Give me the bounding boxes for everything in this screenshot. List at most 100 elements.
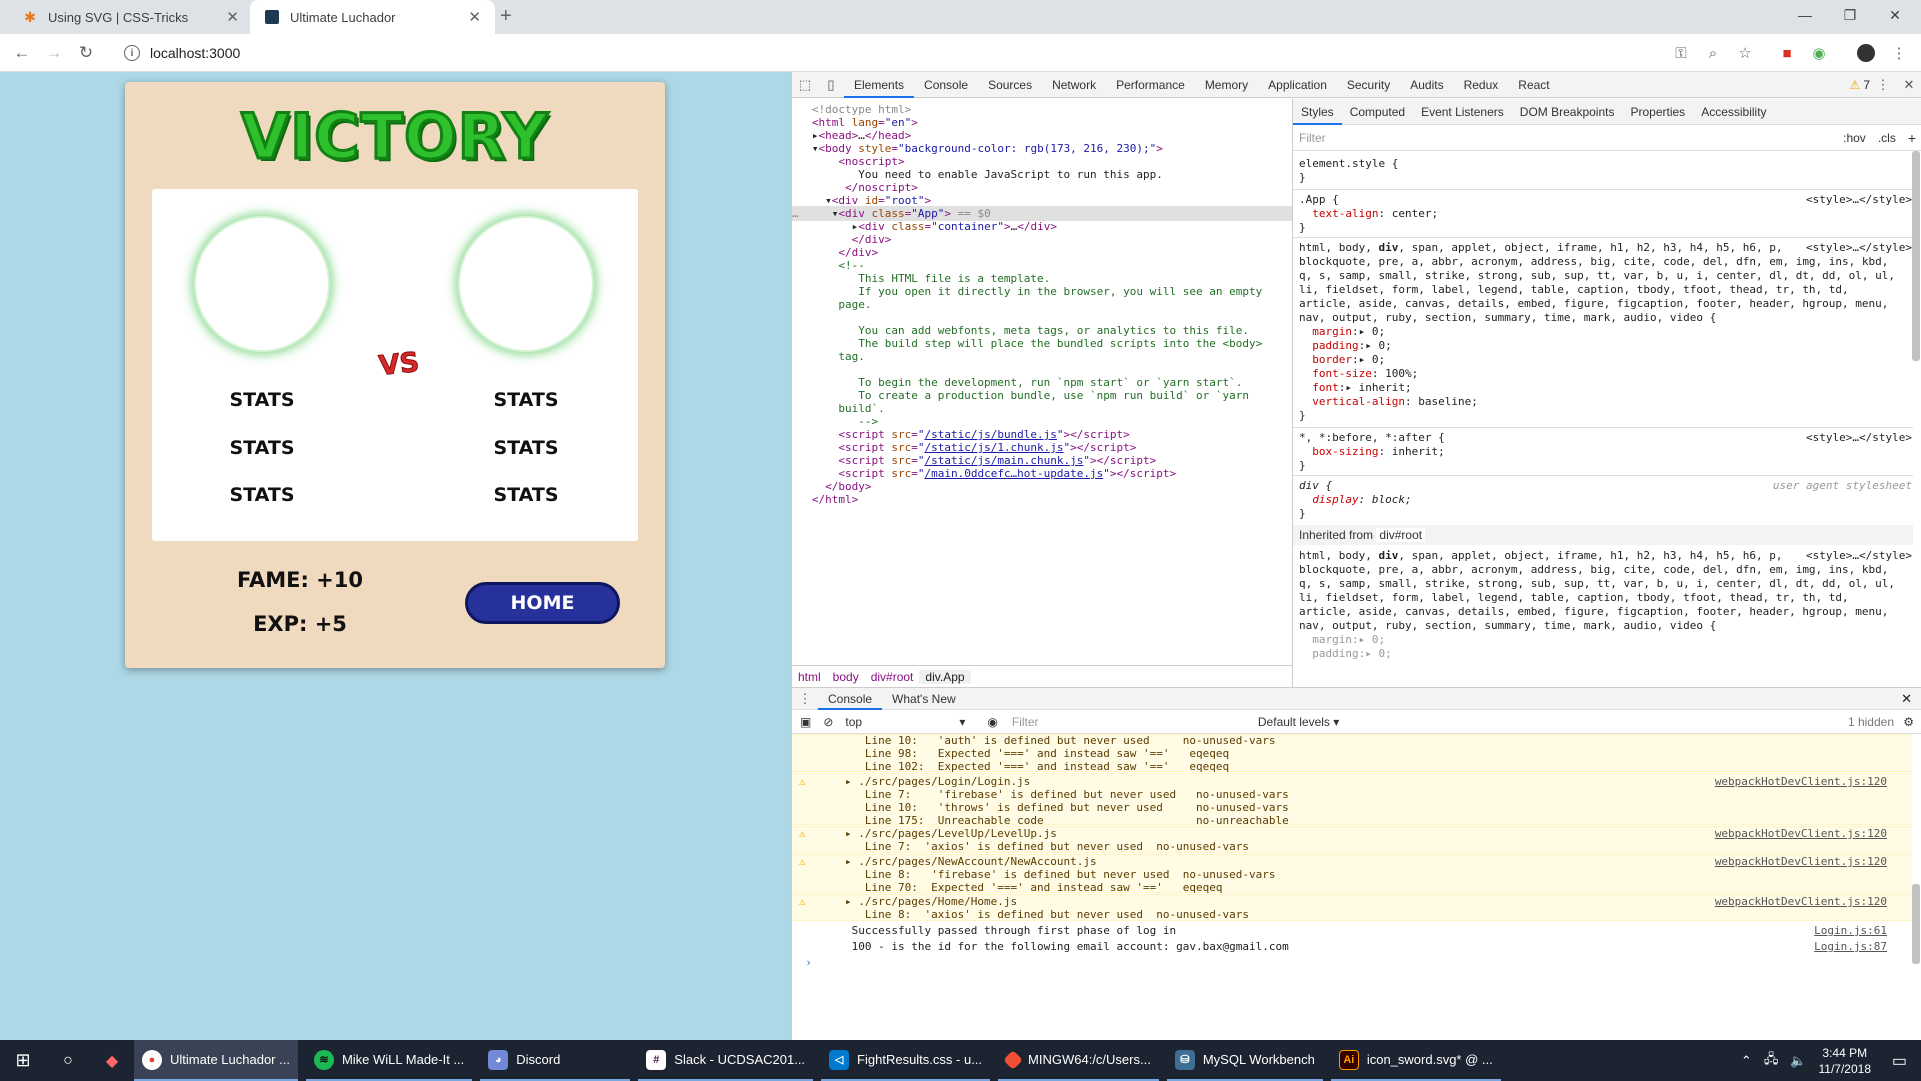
new-tab-button[interactable]: + — [500, 5, 512, 28]
console-source-link[interactable]: Login.js:61 — [1814, 924, 1887, 937]
tab-network[interactable]: Network — [1042, 72, 1106, 98]
console-settings-gear-icon[interactable]: ⚙ — [1903, 715, 1914, 729]
tab-properties[interactable]: Properties — [1622, 99, 1693, 125]
style-source-link[interactable]: <style>…</style> — [1806, 193, 1912, 207]
close-devtools-icon[interactable]: ✕ — [1896, 72, 1921, 98]
dom-node[interactable]: page. — [792, 297, 1292, 312]
zoom-icon[interactable]: ⌕ — [1702, 42, 1724, 64]
tab-styles[interactable]: Styles — [1293, 99, 1342, 125]
drawer-menu-icon[interactable]: ⋮ — [792, 688, 818, 710]
tab-security[interactable]: Security — [1337, 72, 1400, 98]
taskbar-app-discord[interactable]: ◕ Discord — [480, 1040, 631, 1081]
dom-node[interactable]: </html> — [792, 492, 1292, 507]
css-declaration[interactable]: vertical-align: baseline; — [1299, 395, 1478, 409]
tab-elements[interactable]: Elements — [844, 72, 915, 98]
console-source-link[interactable]: webpackHotDevClient.js:120 — [1715, 775, 1887, 788]
console-source-link[interactable]: webpackHotDevClient.js:120 — [1715, 895, 1887, 908]
tab-application[interactable]: Application — [1258, 72, 1337, 98]
console-source-link[interactable]: webpackHotDevClient.js:120 — [1715, 855, 1887, 868]
css-declaration[interactable]: text-align: center; — [1299, 207, 1438, 221]
css-declaration[interactable]: font-size: 100%; — [1299, 367, 1418, 381]
taskbar-app-vscode[interactable]: ◁ FightResults.css - u... — [821, 1040, 991, 1081]
back-arrow-icon[interactable]: ← — [10, 41, 34, 65]
device-toolbar-icon[interactable]: ▯ — [818, 72, 844, 98]
home-button[interactable]: HOME — [465, 582, 620, 624]
dom-node[interactable]: tag. — [792, 349, 1292, 364]
close-tab-icon[interactable]: ✕ — [468, 8, 481, 26]
taskbar-app-git-bash[interactable]: MINGW64:/c/Users... — [998, 1040, 1159, 1081]
clear-console-icon[interactable]: ⊘ — [823, 715, 833, 729]
css-declaration[interactable]: margin:▸ 0; — [1299, 633, 1385, 647]
taskbar-app-chrome[interactable]: ● Ultimate Luchador ... — [134, 1040, 298, 1081]
profile-avatar[interactable] — [1855, 42, 1877, 64]
css-declaration[interactable]: margin:▸ 0; — [1299, 325, 1385, 339]
css-declaration[interactable]: box-sizing: inherit; — [1299, 445, 1444, 459]
browser-tab-css-tricks[interactable]: ✱ Using SVG | CSS-Tricks ✕ — [8, 0, 253, 34]
console-prompt[interactable]: › — [792, 956, 1912, 969]
styles-scrollbar[interactable] — [1912, 151, 1920, 361]
inspect-element-icon[interactable]: ⬚ — [792, 72, 818, 98]
tab-event-listeners[interactable]: Event Listeners — [1413, 99, 1512, 125]
clock[interactable]: 3:44 PM 11/7/2018 — [1819, 1045, 1872, 1077]
extension-red-icon[interactable]: ■ — [1776, 42, 1798, 64]
key-icon[interactable]: ⚿ — [1670, 42, 1692, 64]
close-window-button[interactable]: ✕ — [1865, 0, 1921, 30]
tab-performance[interactable]: Performance — [1106, 72, 1195, 98]
sidebar-toggle-icon[interactable]: ▣ — [800, 715, 811, 729]
inherited-node-link[interactable]: div#root — [1376, 528, 1426, 542]
css-declaration[interactable]: border:▸ 0; — [1299, 353, 1385, 367]
add-rule-icon[interactable]: + — [1908, 130, 1916, 146]
close-drawer-icon[interactable]: ✕ — [1901, 691, 1912, 707]
style-source-link[interactable]: <style>…</style> — [1806, 431, 1912, 445]
breadcrumb-item[interactable]: body — [827, 670, 865, 684]
hover-state-toggle[interactable]: :hov — [1843, 131, 1866, 145]
browser-tab-ultimate-luchador[interactable]: Ultimate Luchador ✕ — [250, 0, 495, 34]
pinned-app-icon[interactable]: ◆ — [90, 1040, 134, 1081]
tab-redux[interactable]: Redux — [1454, 72, 1509, 98]
chevron-up-icon[interactable]: ⌃ — [1741, 1053, 1752, 1069]
cortana-search-icon[interactable]: ○ — [46, 1040, 90, 1081]
volume-icon[interactable]: 🔈 — [1790, 1053, 1806, 1069]
taskbar-app-spotify[interactable]: ≋ Mike WiLL Made-It ... — [305, 1040, 473, 1081]
tab-console-drawer[interactable]: Console — [818, 688, 883, 710]
breadcrumb-item[interactable]: div#root — [865, 670, 920, 684]
windows-start-icon[interactable]: ⊞ — [0, 1040, 46, 1081]
log-levels-dropdown[interactable]: Default levels ▾ — [1258, 715, 1339, 729]
reload-icon[interactable]: ↻ — [74, 41, 98, 65]
notifications-icon[interactable]: ▭ — [1892, 1051, 1907, 1071]
css-declaration[interactable]: padding:▸ 0; — [1299, 339, 1391, 353]
taskbar-app-illustrator[interactable]: Ai icon_sword.svg* @ ... — [1330, 1040, 1501, 1081]
live-expression-eye-icon[interactable]: ◉ — [987, 715, 997, 729]
console-scrollbar[interactable] — [1912, 884, 1920, 964]
devtools-menu-icon[interactable]: ⋮ — [1870, 72, 1896, 98]
tab-react[interactable]: React — [1508, 72, 1559, 98]
console-source-link[interactable]: webpackHotDevClient.js:120 — [1715, 827, 1887, 840]
tab-memory[interactable]: Memory — [1195, 72, 1258, 98]
bookmark-star-icon[interactable]: ☆ — [1734, 42, 1756, 64]
tab-whats-new[interactable]: What's New — [882, 688, 966, 710]
tab-sources[interactable]: Sources — [978, 72, 1042, 98]
context-selector[interactable]: top ▾ — [839, 715, 971, 729]
tab-console[interactable]: Console — [914, 72, 978, 98]
extension-green-icon[interactable]: ◉ — [1808, 42, 1830, 64]
close-tab-icon[interactable]: ✕ — [226, 8, 239, 26]
css-declaration[interactable]: padding:▸ 0; — [1299, 647, 1391, 661]
network-icon[interactable]: 🖧 — [1764, 1050, 1779, 1072]
console-source-link[interactable]: Login.js:87 — [1814, 940, 1887, 953]
css-declaration[interactable]: font:▸ inherit; — [1299, 381, 1411, 395]
menu-kebab-icon[interactable]: ⋮ — [1888, 42, 1910, 64]
breadcrumb-item[interactable]: html — [792, 670, 827, 684]
tab-audits[interactable]: Audits — [1400, 72, 1453, 98]
tab-computed[interactable]: Computed — [1342, 99, 1413, 125]
tab-accessibility[interactable]: Accessibility — [1693, 99, 1774, 125]
breadcrumb-item-selected[interactable]: div.App — [919, 669, 971, 684]
console-filter-input[interactable]: Filter — [1012, 715, 1242, 729]
style-source-link[interactable]: <style>…</style> — [1806, 549, 1912, 563]
style-source-link[interactable]: <style>…</style> — [1806, 241, 1912, 255]
taskbar-app-slack[interactable]: # Slack - UCDSAC201... — [638, 1040, 814, 1081]
styles-filter-input[interactable]: Filter — [1299, 131, 1326, 145]
class-toggle[interactable]: .cls — [1878, 131, 1896, 145]
tab-dom-breakpoints[interactable]: DOM Breakpoints — [1512, 99, 1623, 125]
forward-arrow-icon[interactable]: → — [42, 41, 66, 65]
warning-counter[interactable]: ⚠ 7 — [1850, 78, 1870, 92]
